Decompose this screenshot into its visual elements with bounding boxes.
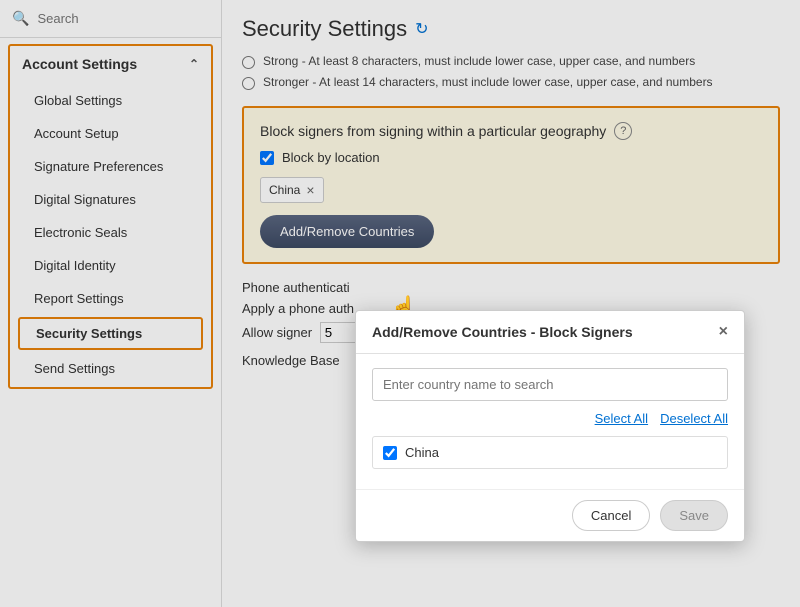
modal-footer: Cancel Save xyxy=(356,489,744,541)
cancel-button[interactable]: Cancel xyxy=(572,500,650,531)
modal-title: Add/Remove Countries - Block Signers xyxy=(372,324,633,340)
china-label: China xyxy=(405,445,439,460)
deselect-all-button[interactable]: Deselect All xyxy=(660,411,728,426)
modal-close-button[interactable]: × xyxy=(719,323,728,341)
add-remove-countries-modal: Add/Remove Countries - Block Signers × S… xyxy=(355,310,745,542)
country-china-row: China xyxy=(372,436,728,469)
modal-actions: Select All Deselect All xyxy=(372,411,728,426)
china-checkbox[interactable] xyxy=(383,446,397,460)
select-all-button[interactable]: Select All xyxy=(595,411,648,426)
country-search-input[interactable] xyxy=(372,368,728,401)
modal-header: Add/Remove Countries - Block Signers × xyxy=(356,311,744,354)
modal-body: Select All Deselect All China xyxy=(356,354,744,489)
save-button[interactable]: Save xyxy=(660,500,728,531)
